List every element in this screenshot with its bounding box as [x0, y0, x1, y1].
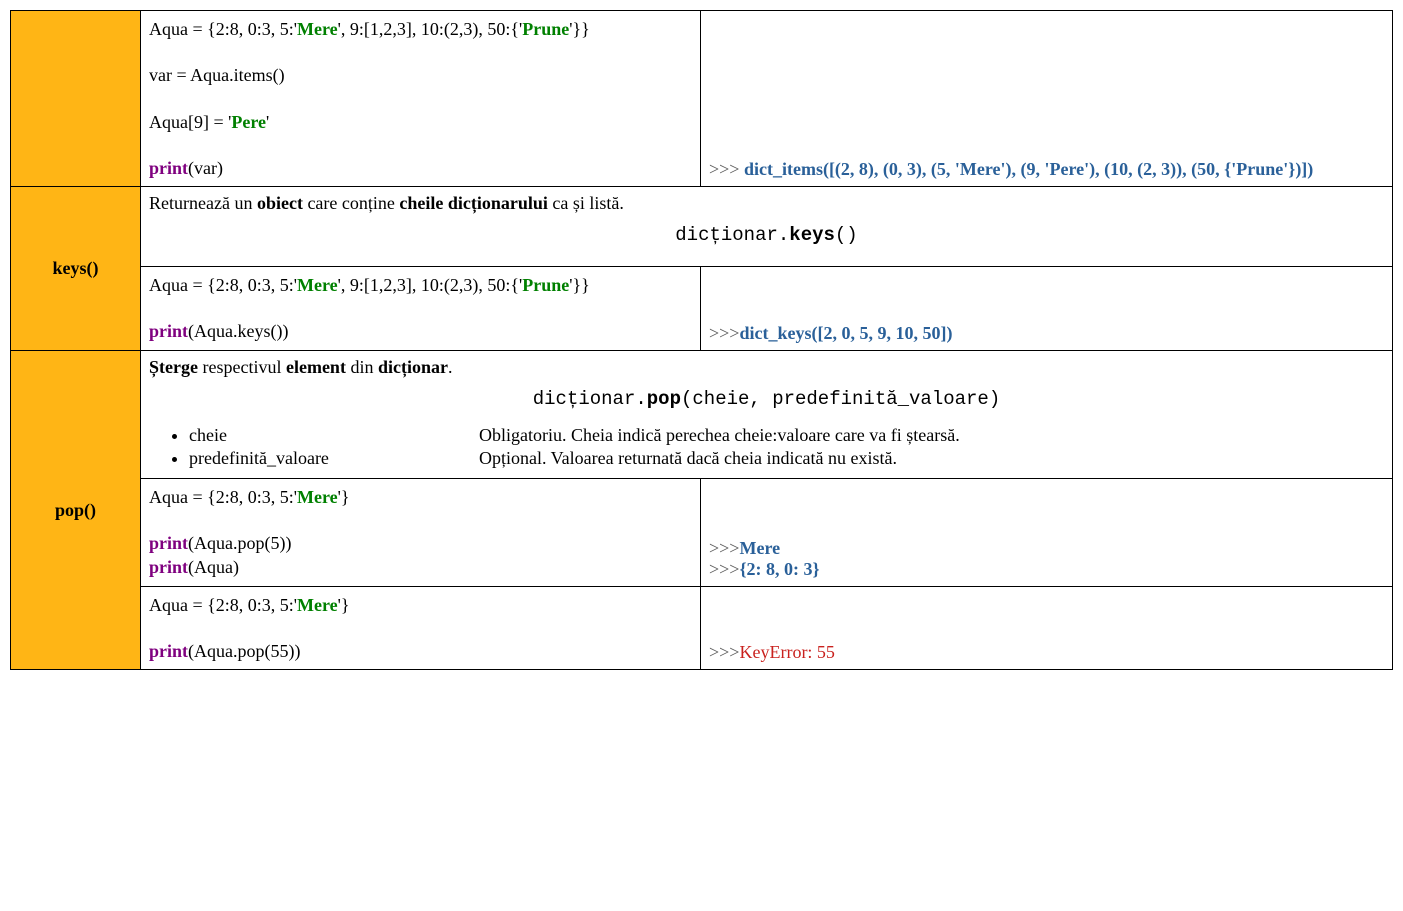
syntax-keys: dicționar.keys() — [149, 224, 1384, 246]
keyword-print: print — [149, 641, 188, 661]
string-literal: Mere — [297, 595, 338, 615]
method-name-pop: pop() — [11, 350, 141, 669]
string-literal: Mere — [297, 487, 338, 507]
param-name: cheie — [189, 425, 479, 446]
desc-bold: element — [286, 357, 346, 377]
desc-text: din — [346, 357, 378, 377]
string-literal: Prune — [522, 19, 569, 39]
output-error: KeyError: 55 — [739, 642, 834, 662]
row-keys-desc: keys() Returnează un obiect care conține… — [11, 187, 1393, 267]
desc-text: Returnează un — [149, 193, 257, 213]
desc-keys: Returnează un obiect care conține cheile… — [141, 187, 1393, 267]
code-text: Aqua = {2:8, 0:3, 5:' — [149, 275, 297, 295]
methods-table: Aqua = {2:8, 0:3, 5:'Mere', 9:[1,2,3], 1… — [10, 10, 1393, 670]
code-items: Aqua = {2:8, 0:3, 5:'Mere', 9:[1,2,3], 1… — [141, 11, 701, 187]
code-pop-2: Aqua = {2:8, 0:3, 5:'Mere'} print(Aqua.p… — [141, 586, 701, 670]
repl-prompt: >>> — [709, 159, 744, 179]
syntax-obj: dicționar. — [675, 224, 789, 246]
code-text: ' — [266, 112, 269, 132]
code-text: (Aqua.pop(55)) — [188, 641, 300, 661]
desc-text: ca și listă. — [548, 193, 624, 213]
code-text: '} — [338, 595, 350, 615]
param-item: cheieObligatoriu. Cheia indică perechea … — [189, 424, 1384, 447]
output-value: {2: 8, 0: 3} — [739, 559, 819, 579]
desc-bold: Șterge — [149, 357, 198, 377]
keyword-print: print — [149, 321, 188, 341]
string-literal: Mere — [297, 275, 338, 295]
code-text: ', 9:[1,2,3], 10:(2,3), 50:{' — [338, 275, 523, 295]
syntax-args: (cheie, predefinită_valoare) — [681, 388, 1000, 410]
desc-text: respectivul — [198, 357, 286, 377]
output-pop-1: >>>Mere >>>{2: 8, 0: 3} — [701, 478, 1393, 586]
row-pop-ex2: Aqua = {2:8, 0:3, 5:'Mere'} print(Aqua.p… — [11, 586, 1393, 670]
output-value: dict_keys([2, 0, 5, 9, 10, 50]) — [739, 323, 952, 343]
code-text: '}} — [569, 275, 590, 295]
string-literal: Prune — [522, 275, 569, 295]
keyword-print: print — [149, 158, 188, 178]
code-pop-1: Aqua = {2:8, 0:3, 5:'Mere'} print(Aqua.p… — [141, 478, 701, 586]
desc-bold: cheile dicționarului — [399, 193, 548, 213]
row-keys-ex: Aqua = {2:8, 0:3, 5:'Mere', 9:[1,2,3], 1… — [11, 267, 1393, 351]
string-literal: Pere — [231, 112, 266, 132]
param-item: predefinită_valoareOpțional. Valoarea re… — [189, 447, 1384, 470]
output-items: >>> dict_items([(2, 8), (0, 3), (5, 'Mer… — [701, 11, 1393, 187]
param-name: predefinită_valoare — [189, 448, 479, 469]
param-desc: Obligatoriu. Cheia indică perechea cheie… — [479, 425, 960, 445]
row-pop-ex1: Aqua = {2:8, 0:3, 5:'Mere'} print(Aqua.p… — [11, 478, 1393, 586]
code-text: Aqua = {2:8, 0:3, 5:' — [149, 487, 297, 507]
syntax-method: pop — [647, 388, 681, 410]
code-text: Aqua = {2:8, 0:3, 5:' — [149, 19, 297, 39]
desc-pop: Șterge respectivul element din dicționar… — [141, 350, 1393, 478]
desc-text: . — [448, 357, 453, 377]
method-name-items — [11, 11, 141, 187]
output-value: dict_items([(2, 8), (0, 3), (5, 'Mere'),… — [744, 159, 1313, 179]
code-line: var = Aqua.items() — [149, 63, 692, 87]
keyword-print: print — [149, 557, 188, 577]
syntax-args: () — [835, 224, 858, 246]
repl-prompt: >>> — [709, 323, 739, 343]
code-text: (Aqua.keys()) — [188, 321, 288, 341]
param-desc: Opțional. Valoarea returnată dacă cheia … — [479, 448, 897, 468]
param-list: cheieObligatoriu. Cheia indică perechea … — [149, 424, 1384, 470]
desc-bold: obiect — [257, 193, 303, 213]
desc-text: care conține — [303, 193, 399, 213]
syntax-method: keys — [789, 224, 835, 246]
method-name-keys: keys() — [11, 187, 141, 351]
syntax-pop: dicționar.pop(cheie, predefinită_valoare… — [149, 388, 1384, 410]
repl-prompt: >>> — [709, 538, 739, 558]
output-value: Mere — [739, 538, 780, 558]
repl-prompt: >>> — [709, 559, 739, 579]
output-keys: >>>dict_keys([2, 0, 5, 9, 10, 50]) — [701, 267, 1393, 351]
string-literal: Mere — [297, 19, 338, 39]
code-text: (var) — [188, 158, 223, 178]
row-items: Aqua = {2:8, 0:3, 5:'Mere', 9:[1,2,3], 1… — [11, 11, 1393, 187]
code-text: (Aqua) — [188, 557, 239, 577]
code-text: (Aqua.pop(5)) — [188, 533, 291, 553]
keyword-print: print — [149, 533, 188, 553]
code-keys: Aqua = {2:8, 0:3, 5:'Mere', 9:[1,2,3], 1… — [141, 267, 701, 351]
desc-bold: dicționar — [378, 357, 448, 377]
code-text: '}} — [569, 19, 590, 39]
code-text: Aqua = {2:8, 0:3, 5:' — [149, 595, 297, 615]
code-text: '} — [338, 487, 350, 507]
row-pop-desc: pop() Șterge respectivul element din dic… — [11, 350, 1393, 478]
repl-prompt: >>> — [709, 642, 739, 662]
code-text: ', 9:[1,2,3], 10:(2,3), 50:{' — [338, 19, 523, 39]
syntax-obj: dicționar. — [533, 388, 647, 410]
output-pop-2: >>>KeyError: 55 — [701, 586, 1393, 670]
code-text: Aqua[9] = ' — [149, 112, 231, 132]
